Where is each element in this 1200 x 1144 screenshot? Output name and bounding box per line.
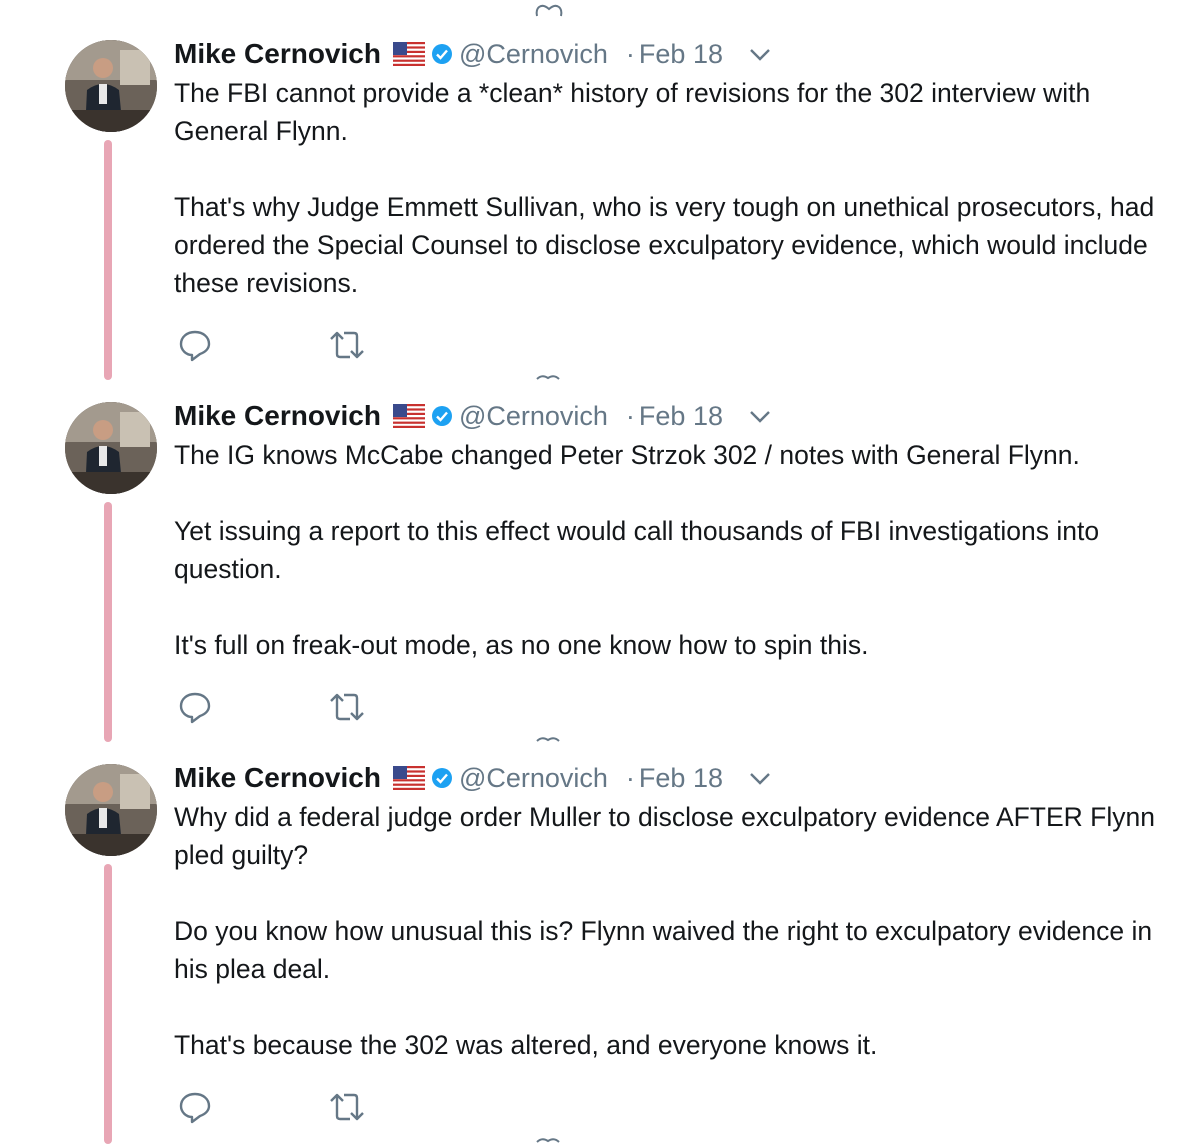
thread-connector — [104, 502, 112, 742]
separator-dot: · — [625, 38, 635, 69]
author-handle[interactable]: @Cernovich — [459, 763, 608, 794]
tweet-date[interactable]: Feb 18 — [639, 39, 723, 70]
chevron-down-icon[interactable] — [748, 406, 772, 426]
avatar[interactable] — [65, 40, 157, 132]
chevron-down-icon[interactable] — [748, 768, 772, 788]
retweet-icon[interactable] — [328, 690, 366, 724]
tweet-paragraph: Do you know how unusual this is? Flynn w… — [174, 916, 1153, 984]
author-name[interactable]: Mike Cernovich — [174, 38, 381, 70]
us-flag-icon — [392, 404, 425, 428]
verified-badge-icon — [431, 44, 452, 64]
tweet-header: Mike Cernovich @Cernovich · Feb 18 — [174, 34, 723, 74]
retweet-icon[interactable] — [328, 1090, 366, 1124]
tweet-paragraph: The FBI cannot provide a *clean* history… — [174, 78, 1091, 146]
tweet-paragraph: That's why Judge Emmett Sullivan, who is… — [174, 192, 1155, 298]
tweet-paragraph: That's because the 302 was altered, and … — [174, 1030, 878, 1060]
tweet-paragraph: Yet issuing a report to this effect woul… — [174, 516, 1100, 584]
reply-icon[interactable] — [178, 690, 212, 724]
tweet-paragraph: It's full on freak-out mode, as no one k… — [174, 630, 869, 660]
avatar[interactable] — [65, 764, 157, 856]
chevron-down-icon[interactable] — [748, 44, 772, 64]
tweet-header: Mike Cernovich @Cernovich · Feb 18 — [174, 396, 723, 436]
author-name[interactable]: Mike Cernovich — [174, 400, 381, 432]
heart-icon[interactable] — [535, 1137, 561, 1143]
tweet-actions — [178, 690, 366, 724]
verified-badge-icon — [431, 406, 452, 426]
tweet-paragraph: The IG knows McCabe changed Peter Strzok… — [174, 440, 1080, 470]
thread-connector — [104, 864, 112, 1144]
reply-icon[interactable] — [178, 1090, 212, 1124]
tweet-text: The IG knows McCabe changed Peter Strzok… — [174, 436, 1164, 664]
us-flag-icon — [392, 766, 425, 790]
tweet[interactable]: Mike Cernovich @Cernovich · Feb 18 — [0, 724, 1200, 1144]
tweet-actions — [178, 328, 366, 362]
verified-badge-icon — [431, 768, 452, 788]
tweet-header: Mike Cernovich @Cernovich · Feb 18 — [174, 758, 723, 798]
reply-icon[interactable] — [178, 328, 212, 362]
us-flag-icon — [392, 42, 425, 66]
separator-dot: · — [625, 762, 635, 793]
tweet-text: Why did a federal judge order Muller to … — [174, 798, 1164, 1064]
retweet-icon[interactable] — [328, 328, 366, 362]
tweet[interactable]: Mike Cernovich @Cernovich · Feb 18 — [0, 362, 1200, 742]
separator-dot: · — [625, 400, 635, 431]
tweet-date[interactable]: Feb 18 — [639, 763, 723, 794]
tweet-actions — [178, 1090, 366, 1124]
thread-connector — [104, 140, 112, 380]
tweet-paragraph: Why did a federal judge order Muller to … — [174, 802, 1155, 870]
avatar[interactable] — [65, 402, 157, 494]
tweet-thread: Mike Cernovich @Cernovich · Feb 18 The F… — [0, 0, 1200, 1144]
author-handle[interactable]: @Cernovich — [459, 39, 608, 70]
tweet[interactable]: Mike Cernovich @Cernovich · Feb 18 — [0, 0, 1200, 380]
author-handle[interactable]: @Cernovich — [459, 401, 608, 432]
author-name[interactable]: Mike Cernovich — [174, 762, 381, 794]
tweet-date[interactable]: Feb 18 — [639, 401, 723, 432]
tweet-text: The FBI cannot provide a *clean* history… — [174, 74, 1164, 302]
